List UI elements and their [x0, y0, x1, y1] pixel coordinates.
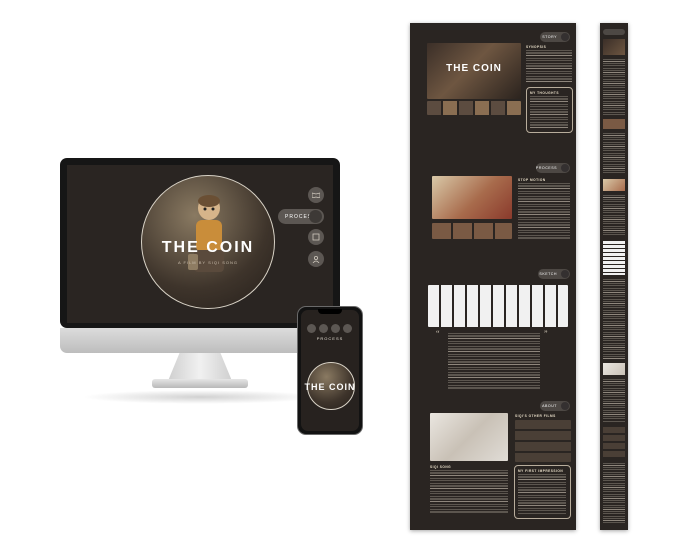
- stop-motion-text: [518, 183, 570, 239]
- phone-hero-title: THE COIN: [304, 382, 356, 392]
- process-section-label: PROCESS: [535, 166, 557, 170]
- hero-title: THE COIN: [161, 239, 255, 256]
- hero-subtitle: A FILM BY SIQI SONG: [177, 260, 239, 265]
- monitor-shadow: [82, 390, 318, 404]
- stop-motion-heading: STOP MOTION: [518, 178, 546, 182]
- sketch-section-label: SKETCH: [539, 272, 557, 276]
- person-icon: [561, 402, 569, 410]
- film-icon: [561, 270, 569, 278]
- first-impression-heading: MY FIRST IMPRESSION: [518, 469, 564, 473]
- story-hero-title: THE COIN: [446, 63, 502, 74]
- open-quote-mark: “: [436, 329, 440, 338]
- sketch-quote-text: [448, 333, 540, 389]
- monitor-bezel: THE COIN A FILM BY SIQI SONG PROCESS: [60, 158, 340, 328]
- mobile-thoughts-text: [603, 133, 625, 175]
- close-quote-mark: ”: [544, 329, 548, 338]
- other-films-heading: SIQI'S OTHER FILMS: [515, 414, 556, 418]
- story-section-label: STORY: [542, 35, 557, 39]
- mobile-about-image: [603, 363, 625, 375]
- synopsis-text: [526, 50, 572, 84]
- mobile-hero-image: [603, 39, 625, 55]
- mobile-page-preview: [600, 23, 628, 530]
- stop-motion-thumbnail-strip: [432, 223, 512, 239]
- story-thumbnail-strip: [427, 101, 521, 115]
- siqi-song-bio-text: [430, 470, 508, 514]
- desktop-screen: THE COIN A FILM BY SIQI SONG PROCESS: [67, 165, 333, 323]
- phone-notch: [318, 309, 342, 314]
- siqi-song-heading: SIQI SONG: [430, 465, 452, 469]
- storyboard-sketch-grid: [428, 285, 568, 327]
- phone-mockup: PROCESS THE COIN: [297, 306, 363, 435]
- first-impression-text: [518, 474, 566, 514]
- mobile-about-text: [603, 379, 625, 423]
- camera-icon: [561, 164, 569, 172]
- process-section-button[interactable]: PROCESS: [536, 163, 570, 173]
- book-icon: [312, 192, 320, 198]
- camera-icon: [309, 210, 322, 223]
- about-nav-button[interactable]: [308, 251, 324, 267]
- mobile-sketch-text: [603, 279, 625, 359]
- my-thoughts-heading: MY THOUGHTS: [530, 91, 559, 95]
- monitor-stand-base: [152, 379, 248, 388]
- phone-section-label: PROCESS: [316, 336, 344, 341]
- siqi-song-portrait: [430, 413, 508, 461]
- mobile-sketch-grid: [603, 241, 625, 275]
- story-section-button[interactable]: STORY: [540, 32, 570, 42]
- my-thoughts-text: [530, 96, 568, 128]
- phone-screen: PROCESS THE COIN: [301, 310, 359, 431]
- mobile-nav-bar: [603, 29, 625, 35]
- sketch-nav-button[interactable]: [308, 229, 324, 245]
- mobile-story-thumbs: [603, 119, 625, 129]
- mobile-other-films: [603, 427, 625, 459]
- book-icon: [561, 33, 569, 41]
- hero-circle-image: THE COIN A FILM BY SIQI SONG: [141, 175, 275, 309]
- about-section-label: ABOUT: [542, 404, 557, 408]
- about-section-button[interactable]: ABOUT: [540, 401, 570, 411]
- monitor-stand-neck: [168, 353, 232, 381]
- my-thoughts-bubble: MY THOUGHTS: [526, 87, 573, 133]
- mobile-process-text: [603, 195, 625, 235]
- phone-nav-sketch[interactable]: [331, 324, 340, 333]
- mobile-process-image: [603, 179, 625, 191]
- story-nav-button[interactable]: [308, 187, 324, 203]
- phone-nav-process[interactable]: [319, 324, 328, 333]
- synopsis-heading: SYNOPSIS: [526, 45, 547, 49]
- stop-motion-image: [432, 176, 512, 219]
- first-impression-bubble: MY FIRST IMPRESSION: [514, 465, 571, 519]
- phone-nav-about[interactable]: [343, 324, 352, 333]
- mobile-story-text: [603, 59, 625, 115]
- sketch-section-button[interactable]: SKETCH: [538, 269, 570, 279]
- process-nav-button[interactable]: PROCESS: [278, 209, 324, 224]
- full-page-preview: STORY THE COIN SYNOPSIS MY THOUGHTS PROC…: [410, 23, 576, 530]
- phone-nav-story[interactable]: [307, 324, 316, 333]
- person-icon: [312, 255, 320, 263]
- mobile-impression-text: [603, 463, 625, 523]
- other-films-thumbnails: [515, 420, 571, 462]
- puppet-figure-image: [188, 195, 224, 272]
- film-icon: [312, 233, 320, 241]
